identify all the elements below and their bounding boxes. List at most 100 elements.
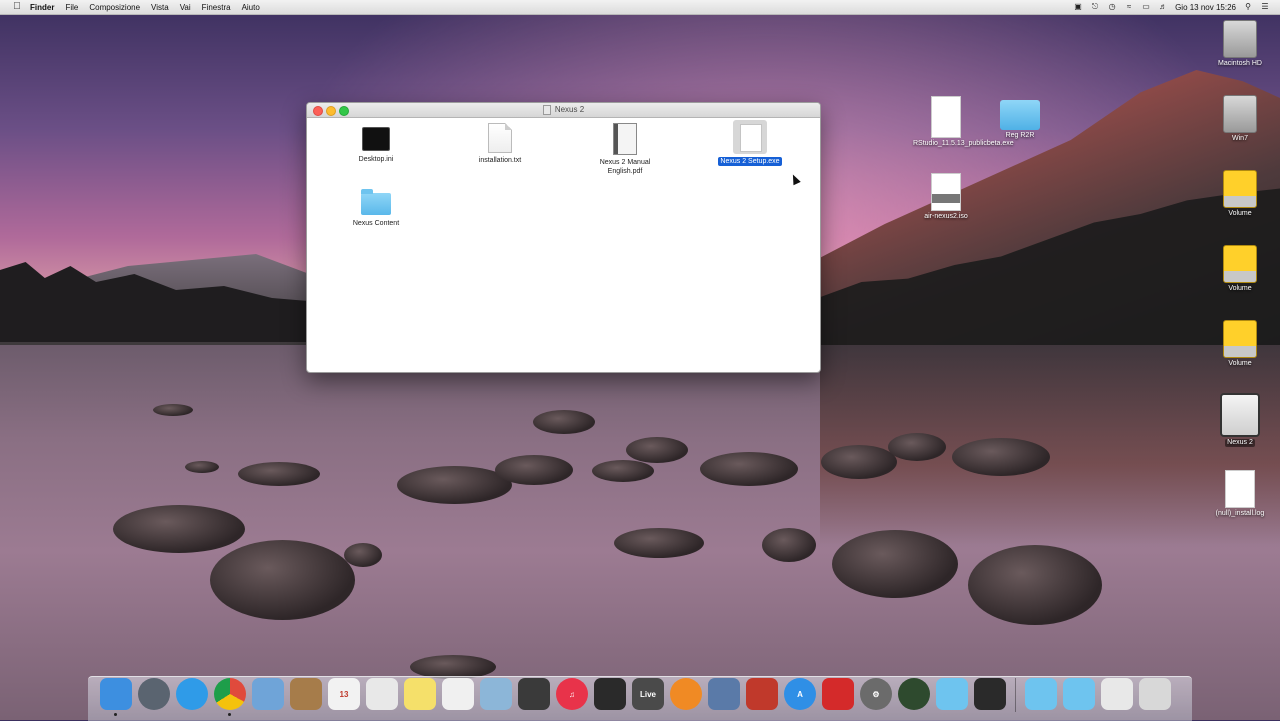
text-document-icon [488,123,512,153]
desktop-icon-label: Macintosh HD [1218,60,1262,67]
wallpaper-rock [495,455,573,485]
close-button[interactable] [313,106,323,116]
spotlight-search-icon[interactable]: ⚲ [1243,3,1253,11]
external-volume-icon [1223,170,1257,208]
external-volume-icon [1223,245,1257,283]
wallpaper-rock [153,404,193,416]
pdf-document-icon [613,123,637,155]
dock-calendar[interactable]: 13 [328,678,360,710]
dock-reminders[interactable] [442,678,474,710]
dock-ableton-live[interactable]: Live [632,678,664,710]
menu-file[interactable]: File [65,3,78,12]
dock-claquette[interactable] [594,678,626,710]
microphone-icon[interactable]: ⎋ [1090,3,1100,11]
running-indicator [228,713,231,716]
desktop-icon-volume-2[interactable]: Volume [1200,245,1280,293]
dock-final-cut[interactable] [518,678,550,710]
desktop-icon-label: air-nexus2.iso [924,213,968,220]
notification-center-icon[interactable]: ☰ [1260,3,1270,11]
dock-items: 13 ♫ Live A ⚙ [100,678,1171,716]
desktop-icon-macintosh-hd[interactable]: Macintosh HD [1200,20,1280,68]
dock-system-preferences[interactable]: ⚙ [860,678,892,710]
terminal-icon [362,127,390,151]
dock-console[interactable] [974,678,1006,710]
desktop-icon-volume-1[interactable]: Volume [1200,170,1280,218]
dock-trash[interactable] [1139,678,1171,710]
dock-preview[interactable] [252,678,284,710]
log-document-icon [1225,470,1255,508]
dock-finder[interactable] [100,678,132,716]
desktop-icon-nexus2[interactable]: Nexus 2 [1200,393,1280,447]
file-item-manual-pdf[interactable]: Nexus 2 Manual English.pdf [585,123,665,176]
dock-app-store[interactable]: A [784,678,816,710]
menu-composizione[interactable]: Composizione [89,3,140,12]
dock-screenshot[interactable] [1101,678,1133,710]
desktop-icon-win7[interactable]: Win7 [1200,95,1280,143]
menu-aiuto[interactable]: Aiuto [242,3,260,12]
dock-textedit[interactable] [366,678,398,710]
wallpaper-rock [344,543,382,567]
display-icon[interactable]: ▭ [1141,3,1151,11]
file-item-desktop-ini[interactable]: Desktop.ini [336,127,416,164]
window-title: Nexus 2 [554,105,585,114]
desktop-icon-reg-r2r[interactable]: Reg R2R [980,100,1060,140]
camera-icon[interactable]: ▣ [1073,3,1083,11]
wallpaper-rock [952,438,1050,476]
desktop-icon-label: Win7 [1232,135,1248,142]
folder-icon [361,189,391,215]
dock-contacts[interactable] [290,678,322,710]
wallpaper-rock [888,433,946,461]
dock-notes[interactable] [404,678,436,710]
menu-clock[interactable]: Gio 13 nov 15:26 [1175,3,1236,12]
dock-razer-synapse[interactable] [898,678,930,710]
dock-itunes[interactable]: ♫ [556,678,588,710]
dock-chrome[interactable] [214,678,246,716]
desktop-icon-label: Volume [1228,285,1252,292]
dock-imovie[interactable] [708,678,740,710]
dock-separator [1015,678,1016,712]
dock-applications-folder[interactable] [1025,678,1057,710]
dock-downloads-folder[interactable] [1063,678,1095,710]
desktop-icon-label: (null)_install.log [1215,510,1265,517]
wallpaper-rock [832,530,958,598]
file-label: Nexus Content [352,220,400,227]
file-item-installation-txt[interactable]: installation.txt [460,123,540,165]
menu-bar:  Finder File Composizione Vista Vai Fin… [0,0,1280,15]
file-label: installation.txt [478,157,522,164]
menu-finestra[interactable]: Finestra [202,3,231,12]
menu-vai[interactable]: Vai [180,3,191,12]
desktop-icon-iso[interactable]: air-nexus2.iso [906,173,986,221]
wifi-icon[interactable]: ≈ [1124,3,1134,11]
desktop-icon-label: Nexus 2 [1225,439,1255,447]
menu-finder[interactable]: Finder [30,3,54,12]
running-indicator [114,713,117,716]
dock-avira[interactable] [822,678,854,710]
time-machine-icon[interactable]: ◷ [1107,3,1117,11]
wallpaper-rock [762,528,816,562]
wallpaper-rock [700,452,798,486]
apple-menu-icon[interactable]:  [12,2,22,12]
finder-window: Nexus 2 Desktop.ini installation.txt Nex… [306,102,821,373]
dock-folder[interactable] [936,678,968,710]
desktop-icon-label: Volume [1228,210,1252,217]
desktop-icon-rstudio-exe[interactable]: RStudio_11.5.13_publicbeta.exe [906,96,1014,148]
file-item-nexus-content[interactable]: Nexus Content [336,189,416,228]
desktop-icon-label: Reg R2R [1005,132,1035,139]
dock-ibooks[interactable] [670,678,702,710]
menu-vista[interactable]: Vista [151,3,169,12]
file-item-setup-exe[interactable]: Nexus 2 Setup.exe [710,120,790,166]
volume-icon[interactable]: ♬ [1158,3,1168,11]
minimize-button[interactable] [326,106,336,116]
dock-photos[interactable] [480,678,512,710]
dock-safari[interactable] [176,678,208,710]
desktop-icon-volume-3[interactable]: Volume [1200,320,1280,368]
dock-toolkit[interactable] [746,678,778,710]
zoom-button[interactable] [339,106,349,116]
desktop-icon-install-log[interactable]: (null)_install.log [1200,470,1280,518]
file-label: Nexus 2 Manual English.pdf [599,159,651,175]
dock-launchpad[interactable] [138,678,170,710]
wallpaper-rock [968,545,1102,625]
wallpaper-rock [626,437,688,463]
window-titlebar[interactable]: Nexus 2 [307,103,820,118]
wallpaper-rock [185,461,219,473]
